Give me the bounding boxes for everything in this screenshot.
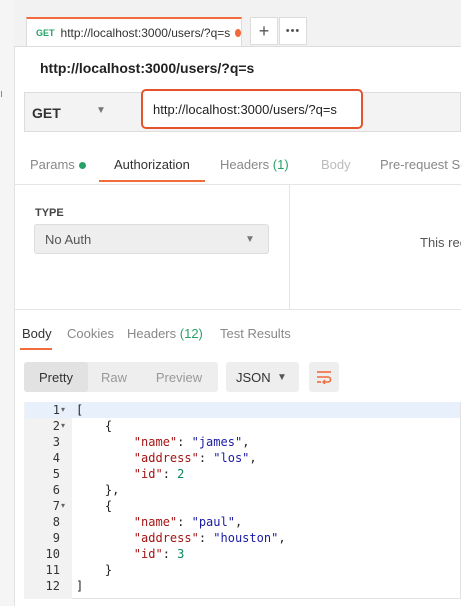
tab-headers[interactable]: Headers (1) [220, 157, 289, 172]
code-line: } [76, 563, 113, 577]
line-number: 2 [52, 419, 60, 433]
request-tab[interactable]: GET http://localhost:3000/users/?q=s [26, 17, 242, 46]
params-indicator-icon [78, 162, 86, 170]
line-number: 12 [45, 579, 60, 593]
response-headers-count: (12) [179, 326, 203, 341]
divider [14, 309, 461, 310]
code-line: { [76, 499, 113, 513]
preview-button[interactable]: Preview [140, 362, 218, 392]
headers-count: (1) [272, 157, 289, 172]
line-number: 9 [52, 531, 60, 545]
code-line: }, [76, 483, 120, 497]
wrap-icon [317, 371, 332, 384]
method-select[interactable]: GET [32, 105, 61, 121]
chevron-down-icon: ▼ [277, 372, 287, 383]
code-line: "address": "los", [133, 451, 257, 465]
code-line: "name": "paul", [133, 515, 243, 529]
chevron-down-icon: ▼ [96, 105, 106, 116]
response-tab-cookies[interactable]: Cookies [67, 326, 114, 341]
tab-authorization[interactable]: Authorization [114, 157, 190, 172]
format-select[interactable]: JSON [226, 362, 299, 392]
wrap-lines-button[interactable] [309, 362, 339, 392]
code-line: "id": 3 [133, 547, 185, 561]
request-title: http://localhost:3000/users/?q=s [40, 60, 255, 76]
code-line: "address": "houston", [133, 531, 286, 545]
divider [14, 184, 461, 185]
response-tab-headers[interactable]: Headers (12) [127, 326, 203, 341]
raw-button[interactable]: Raw [88, 362, 140, 392]
fold-chevron-icon[interactable]: ▾ [61, 418, 71, 434]
tab-headers-label: Headers [220, 157, 270, 172]
tab-params-label: Params [30, 157, 75, 172]
active-tab-underline [99, 180, 205, 182]
active-tab-underline [20, 348, 52, 350]
line-number: 3 [52, 435, 60, 449]
pretty-button[interactable]: Pretty [24, 362, 88, 392]
code-line: ] [76, 579, 84, 593]
active-line-highlight [25, 402, 460, 418]
auth-hint-text: This rec [420, 235, 461, 250]
unsaved-dot-icon [235, 28, 241, 37]
line-number: 11 [45, 563, 60, 577]
line-number: 6 [52, 483, 60, 497]
url-input[interactable]: http://localhost:3000/users/?q=s [141, 89, 363, 129]
response-tab-body[interactable]: Body [22, 326, 52, 341]
tab-prerequest-script[interactable]: Pre-request Sc [380, 157, 461, 172]
response-tab-test-results[interactable]: Test Results [220, 326, 291, 341]
tab-method: GET [36, 27, 55, 38]
code-line: { [76, 419, 113, 433]
sidebar-marker: ı [0, 88, 4, 100]
new-tab-button[interactable]: + [250, 17, 278, 45]
line-number: 8 [52, 515, 60, 529]
auth-type-label: TYPE [35, 207, 64, 219]
fold-chevron-icon[interactable]: ▾ [61, 402, 71, 418]
code-line: "name": "james", [133, 435, 250, 449]
code-line: "id": 2 [133, 467, 185, 481]
line-number: 1 [52, 403, 60, 417]
fold-chevron-icon[interactable]: ▾ [61, 498, 71, 514]
tab-params[interactable]: Params [30, 157, 86, 172]
more-icon: ••• [285, 25, 301, 37]
line-number: 4 [52, 451, 60, 465]
tab-url: http://localhost:3000/users/?q=s [60, 25, 231, 40]
divider [289, 185, 290, 309]
response-tab-headers-label: Headers [127, 326, 177, 341]
line-number: 10 [45, 547, 60, 561]
auth-type-select[interactable]: No Auth [34, 224, 269, 254]
tab-body[interactable]: Body [321, 157, 351, 172]
line-number: 5 [52, 467, 60, 481]
more-tabs-button[interactable]: ••• [279, 17, 307, 45]
line-number: 7 [52, 499, 60, 513]
chevron-down-icon: ▼ [245, 234, 255, 245]
plus-icon: + [258, 20, 270, 41]
code-line: [ [76, 403, 84, 417]
